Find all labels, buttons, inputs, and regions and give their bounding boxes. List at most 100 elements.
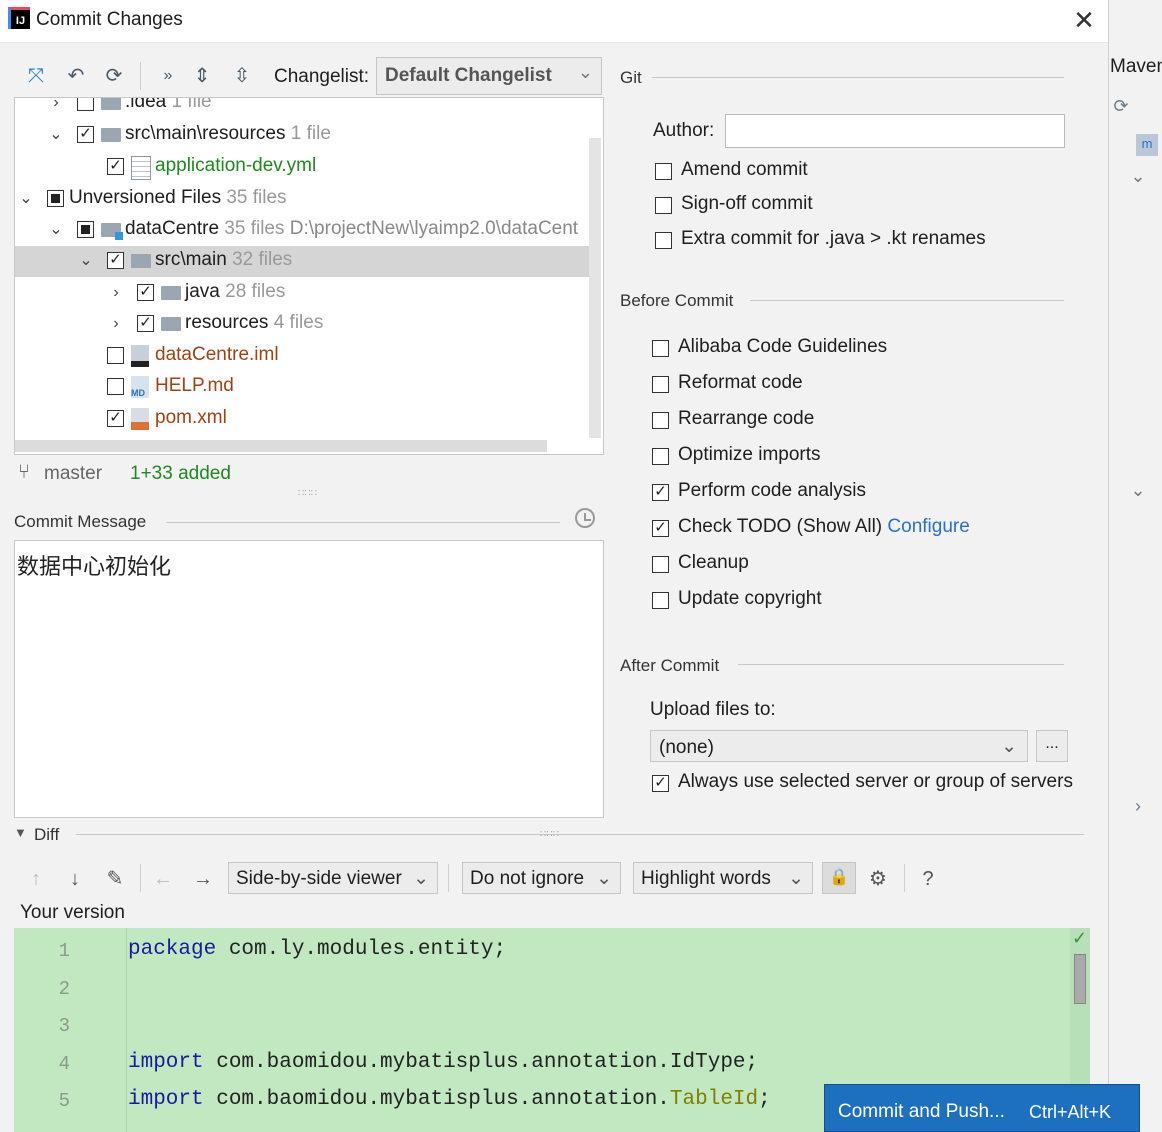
tree-row[interactable]: MD HELP.md: [15, 372, 591, 403]
gear-icon[interactable]: ⚙: [866, 867, 890, 891]
refresh-icon[interactable]: ⟳: [1111, 96, 1131, 116]
tree-row[interactable]: ⌄ ✓ src\main\resources 1 file: [15, 120, 591, 151]
more-actions-icon[interactable]: »: [156, 64, 180, 88]
tree-row[interactable]: › ✓ resources 4 files: [15, 309, 591, 340]
tree-checkbox[interactable]: [107, 378, 124, 395]
refresh-icon[interactable]: ⟳: [102, 64, 126, 88]
option-checkbox[interactable]: [652, 376, 669, 393]
viewer-mode-select[interactable]: Side-by-side viewer ⌄: [228, 862, 438, 894]
option-label: Optimize imports: [678, 444, 821, 465]
tree-checkbox[interactable]: ✓: [107, 252, 124, 269]
tree-row[interactable]: ✓ pom.xml: [15, 404, 591, 435]
chevron-right-icon[interactable]: ›: [1128, 796, 1148, 816]
close-icon[interactable]: ✕: [1070, 6, 1098, 34]
option-checkbox[interactable]: [652, 592, 669, 609]
extra-commit-checkbox[interactable]: [655, 232, 672, 249]
tree-row[interactable]: ⌄ Unversioned Files 35 files: [15, 184, 591, 215]
tree-row[interactable]: dataCentre.iml: [15, 341, 591, 372]
tree-checkbox[interactable]: [107, 347, 124, 364]
collapse-triangle-icon[interactable]: ▼: [14, 825, 27, 840]
author-field[interactable]: [725, 114, 1065, 148]
tree-row[interactable]: › ✓ java 28 files: [15, 278, 591, 309]
splitter-handle[interactable]: ∷∷∷: [540, 829, 559, 840]
rollback-icon[interactable]: ↶: [64, 64, 88, 88]
tree-checkbox[interactable]: [47, 190, 64, 207]
toolbar-separator: [140, 62, 141, 90]
collapse-all-icon[interactable]: ⇳: [230, 64, 254, 88]
chevron-down-icon[interactable]: ⌄: [47, 218, 65, 242]
chevron-down-icon[interactable]: ⌄: [77, 249, 95, 273]
forward-arrow-icon[interactable]: →: [191, 867, 215, 891]
tree-checkbox[interactable]: [77, 98, 94, 111]
line-number: 1: [58, 940, 70, 962]
folder-icon: [161, 286, 181, 300]
option-checkbox[interactable]: [652, 340, 669, 357]
chevron-down-icon[interactable]: ⌄: [17, 187, 35, 211]
tree-checkbox[interactable]: ✓: [137, 315, 154, 332]
whitespace-ignore-select[interactable]: Do not ignore ⌄: [462, 862, 621, 894]
option-checkbox[interactable]: [652, 412, 669, 429]
tree-horizontal-scrollbar[interactable]: [15, 440, 547, 452]
tree-item-count: 4 files: [273, 312, 324, 333]
edit-source-icon[interactable]: ✎: [103, 867, 127, 891]
tree-item-name: pom.xml: [155, 407, 227, 428]
option-checkbox[interactable]: [652, 556, 669, 573]
expand-all-icon[interactable]: ⇕: [190, 64, 214, 88]
show-diff-icon[interactable]: ⤧: [24, 64, 48, 88]
option-checkbox[interactable]: ✓: [652, 775, 669, 792]
option-checkbox[interactable]: ✓: [652, 484, 669, 501]
tree-checkbox[interactable]: ✓: [77, 126, 94, 143]
folder-icon: [161, 317, 181, 331]
amend-commit-label: Amend commit: [681, 159, 808, 180]
tree-row[interactable]: ⌄ dataCentre 35 files D:\projectNew\lyai…: [15, 215, 591, 246]
browse-servers-button[interactable]: ...: [1036, 730, 1068, 762]
maven-panel-title[interactable]: Maven: [1110, 56, 1162, 78]
toolbar-separator: [140, 864, 141, 892]
code-keyword: import: [128, 1051, 204, 1074]
configure-link[interactable]: Configure: [887, 516, 969, 537]
tree-item-name: dataCentre: [125, 218, 220, 239]
option-label: Reformat code: [678, 372, 803, 393]
back-arrow-icon[interactable]: ←: [151, 867, 175, 891]
sign-off-checkbox[interactable]: [655, 197, 672, 214]
history-clock-icon[interactable]: [575, 508, 595, 528]
highlight-mode-select[interactable]: Highlight words ⌄: [633, 862, 813, 894]
tree-vertical-scrollbar[interactable]: [589, 138, 601, 438]
amend-commit-checkbox[interactable]: [655, 163, 672, 180]
chevron-right-icon[interactable]: ›: [47, 98, 65, 115]
previous-difference-icon[interactable]: ↑: [24, 867, 48, 891]
diff-section-title[interactable]: Diff: [34, 825, 59, 845]
changes-summary: 1+33 added: [130, 463, 231, 484]
next-difference-icon[interactable]: ↓: [63, 867, 87, 891]
scrollbar-thumb[interactable]: [1074, 954, 1086, 1004]
chevron-right-icon[interactable]: ›: [107, 281, 125, 305]
chevron-down-icon[interactable]: ⌄: [47, 123, 65, 147]
commit-message-input[interactable]: 数据中心初始化: [14, 540, 604, 818]
help-icon[interactable]: ?: [916, 867, 940, 891]
upload-server-select[interactable]: (none) ⌄: [650, 730, 1028, 762]
line-number: 3: [58, 1015, 70, 1037]
changelist-value: Default Changelist: [385, 65, 552, 86]
tree-checkbox[interactable]: ✓: [107, 410, 124, 427]
chevron-right-icon[interactable]: ›: [107, 312, 125, 336]
maven-module-icon[interactable]: m: [1136, 134, 1158, 156]
tree-item-name: src\main: [155, 249, 227, 270]
tree-row[interactable]: ⌄ ✓ src\main 32 files: [15, 246, 591, 277]
lock-icon[interactable]: 🔒: [822, 862, 856, 894]
changelist-select[interactable]: Default Changelist ⌄: [376, 57, 602, 95]
chevron-down-icon[interactable]: ⌄: [1128, 166, 1148, 186]
tree-checkbox[interactable]: ✓: [107, 158, 124, 175]
tree-row[interactable]: ✓ application-dev.yml: [15, 152, 591, 183]
branch-name[interactable]: master: [44, 463, 102, 485]
tree-checkbox[interactable]: [77, 221, 94, 238]
option-checkbox[interactable]: [652, 448, 669, 465]
option-checkbox[interactable]: ✓: [652, 520, 669, 537]
tree-item-count: 32 files: [232, 249, 293, 270]
tree-row[interactable]: › .idea 1 file: [15, 98, 591, 119]
tree-checkbox[interactable]: ✓: [137, 284, 154, 301]
splitter-handle[interactable]: ∷∷∷: [298, 488, 317, 499]
commit-and-push-button[interactable]: Commit and Push... Ctrl+Alt+K: [824, 1084, 1140, 1132]
whitespace-ignore-value: Do not ignore: [470, 868, 585, 889]
changes-tree[interactable]: › .idea 1 file ⌄ ✓ src\main\resources 1 …: [14, 97, 604, 455]
chevron-down-icon[interactable]: ⌄: [1128, 480, 1148, 500]
